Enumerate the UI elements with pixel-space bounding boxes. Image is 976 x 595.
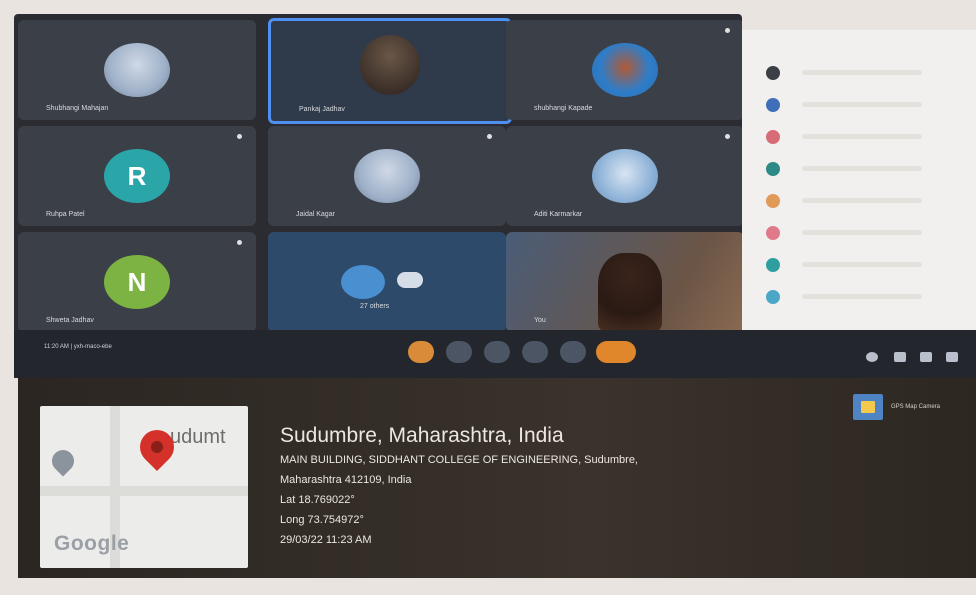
map-pin-icon xyxy=(47,445,79,477)
place-title: Sudumbre, Maharashtra, India xyxy=(280,424,564,447)
gps-camera-icon xyxy=(852,394,883,420)
video-feed xyxy=(360,35,420,95)
participant-name: Pankaj Jadhav xyxy=(299,106,345,113)
participant-tile[interactable]: Jaidal Kagar xyxy=(268,126,506,226)
participant-tile[interactable]: Shubhangi Mahajan xyxy=(18,20,256,120)
contact-dot-icon xyxy=(766,194,780,208)
participant-name: shubhangi Kapade xyxy=(534,105,593,112)
panel-line xyxy=(802,102,922,107)
participant-name: Ruhpa Patel xyxy=(46,211,85,218)
participant-name: Aditi Karmarkar xyxy=(534,211,583,218)
avatar xyxy=(592,43,658,97)
meet-control-bar: 11:20 AM | yxh-maco-ebe xyxy=(14,330,976,378)
options-dot-icon[interactable] xyxy=(237,240,242,245)
chat-icon[interactable] xyxy=(920,352,932,362)
captions-button[interactable] xyxy=(522,341,548,363)
more-options-button[interactable] xyxy=(560,341,586,363)
contact-dot-icon xyxy=(766,130,780,144)
others-tile[interactable]: 27 others xyxy=(268,232,506,332)
contact-dot-icon xyxy=(766,258,780,272)
panel-line xyxy=(802,166,922,171)
meeting-info: 11:20 AM | yxh-maco-ebe xyxy=(44,344,112,350)
address-line: MAIN BUILDING, SIDDHANT COLLEGE OF ENGIN… xyxy=(280,454,638,466)
latitude: Lat 18.769022° xyxy=(280,494,355,506)
contact-dot-icon xyxy=(766,290,780,304)
options-dot-icon[interactable] xyxy=(237,134,242,139)
options-dot-icon[interactable] xyxy=(725,134,730,139)
avatar-letter: R xyxy=(104,149,170,203)
participant-tile[interactable]: N Shweta Jadhav xyxy=(18,232,256,332)
panel-line xyxy=(802,294,922,299)
participant-name: Shweta Jadhav xyxy=(46,317,94,324)
end-call-button[interactable] xyxy=(596,341,636,363)
participant-tile[interactable]: Aditi Karmarkar xyxy=(506,126,742,226)
contact-dot-icon xyxy=(766,98,780,112)
mic-button[interactable] xyxy=(446,341,472,363)
gps-overlay: GPS Map Camera udumt Google Sudumbre, Ma… xyxy=(18,378,976,578)
avatar-letter: N xyxy=(104,255,170,309)
options-dot-icon[interactable] xyxy=(487,134,492,139)
camera-button[interactable] xyxy=(484,341,510,363)
avatar xyxy=(592,149,658,203)
google-logo: Google xyxy=(54,532,130,555)
location-details: Sudumbre, Maharashtra, India MAIN BUILDI… xyxy=(280,424,638,554)
panel-line xyxy=(802,70,922,75)
side-panel xyxy=(742,30,976,330)
contact-dot-icon xyxy=(766,226,780,240)
avatar xyxy=(104,43,170,97)
address-line: Maharashtra 412109, India xyxy=(280,474,412,486)
others-count: 27 others xyxy=(360,303,390,310)
info-icon[interactable] xyxy=(866,352,878,362)
panel-line xyxy=(802,230,922,235)
gps-badge: GPS Map Camera xyxy=(852,394,940,420)
contact-dot-icon xyxy=(766,66,780,80)
self-video xyxy=(597,253,662,331)
panel-line xyxy=(802,262,922,267)
hand-raise-button[interactable] xyxy=(408,341,434,363)
longitude: Long 73.754972° xyxy=(280,514,364,526)
participant-name: Shubhangi Mahajan xyxy=(46,105,109,112)
map-thumbnail: udumt Google xyxy=(40,406,248,568)
others-avatar xyxy=(341,265,386,299)
meet-window: Shubhangi Mahajan Pankaj Jadhav shubhang… xyxy=(14,14,742,344)
participant-name: Jaidal Kagar xyxy=(296,211,335,218)
group-icon xyxy=(396,272,423,288)
participant-name: You xyxy=(534,317,546,324)
avatar xyxy=(354,149,420,203)
self-tile[interactable]: You xyxy=(506,232,742,332)
people-icon[interactable] xyxy=(894,352,906,362)
options-dot-icon[interactable] xyxy=(725,28,730,33)
participant-tile-active[interactable]: Pankaj Jadhav xyxy=(268,18,512,124)
contact-dot-icon xyxy=(766,162,780,176)
map-label: udumt xyxy=(170,426,226,448)
activities-icon[interactable] xyxy=(946,352,958,362)
participant-tile[interactable]: shubhangi Kapade xyxy=(506,20,742,120)
panel-line xyxy=(802,198,922,203)
gps-badge-label: GPS Map Camera xyxy=(890,404,940,410)
panel-line xyxy=(802,134,922,139)
participant-tile[interactable]: R Ruhpa Patel xyxy=(18,126,256,226)
timestamp: 29/03/22 11:23 AM xyxy=(280,534,372,546)
